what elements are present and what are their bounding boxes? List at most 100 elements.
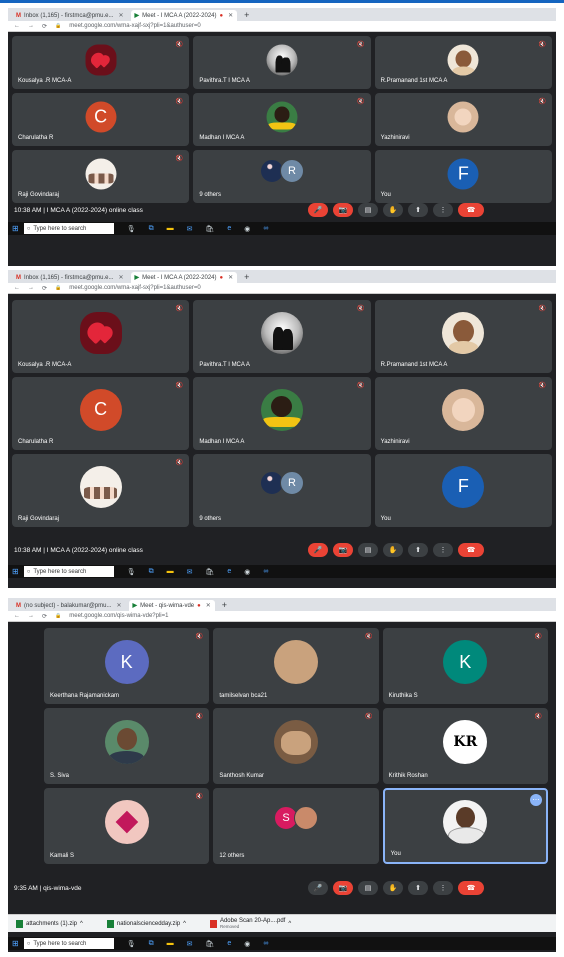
mic-toggle-button[interactable]: 🎤 — [308, 881, 328, 895]
close-tab-icon[interactable]: ✕ — [228, 12, 233, 19]
more-options-button[interactable]: ⋮ — [433, 543, 453, 557]
browser-tab[interactable]: ▶ Meet - I MCA A (2022-2024) ● ✕ — [130, 272, 238, 283]
end-call-button[interactable]: ☎ — [458, 881, 484, 895]
mail-icon[interactable]: ✉ — [187, 940, 193, 948]
browser-tab[interactable]: M Inbox (1,165) - firstmca@pmu.e... ✕ — [12, 10, 128, 21]
chrome-icon[interactable]: ◉ — [244, 225, 250, 233]
participant-tile[interactable]: 🔇 R.Pramanand 1st MCA A — [374, 300, 552, 373]
chevron-up-icon[interactable]: ^ — [183, 921, 186, 927]
microphone-icon[interactable]: 🎙 — [127, 568, 136, 576]
participant-tile[interactable]: 🔇 Yazhiniravi — [374, 377, 552, 450]
participant-tile[interactable]: ⋯ You — [382, 788, 548, 864]
participant-tile[interactable]: 🔇 R.Pramanand 1st MCA A — [374, 36, 552, 89]
participant-tile[interactable]: F You — [374, 454, 552, 527]
reload-icon[interactable]: ⟳ — [42, 23, 47, 30]
task-view-icon[interactable]: ⧉ — [149, 225, 154, 233]
download-item[interactable]: attachments (1).zip ^ — [16, 919, 83, 928]
participant-tile[interactable]: 🔇 Pavithra.T I MCA A — [193, 36, 371, 89]
close-tab-icon[interactable]: ✕ — [206, 602, 211, 609]
taskbar-search-box[interactable]: ○ Type here to search — [23, 566, 114, 577]
back-arrow-icon[interactable]: ← — [14, 23, 20, 29]
windows-start-icon[interactable]: ⊞ — [12, 939, 19, 948]
participant-tile[interactable]: R9 others — [193, 454, 371, 527]
browser-tab[interactable]: M Inbox (1,165) - firstmca@pmu.e... ✕ — [12, 272, 128, 283]
participant-tile[interactable]: 🔇 Kousalya .R MCA-A — [12, 300, 190, 373]
app-icon[interactable]: ∞ — [263, 225, 268, 232]
explorer-icon[interactable]: ▬ — [167, 940, 174, 947]
chevron-up-icon[interactable]: ^ — [80, 921, 83, 927]
close-tab-icon[interactable]: ✕ — [116, 602, 121, 609]
forward-arrow-icon[interactable]: → — [28, 613, 34, 619]
mic-toggle-button[interactable]: 🎤 — [308, 543, 328, 557]
participant-tile[interactable]: R9 others — [193, 150, 371, 203]
participant-tile[interactable]: 🔇 Kamali S — [44, 788, 210, 864]
mail-icon[interactable]: ✉ — [187, 568, 193, 576]
participant-tile[interactable]: C 🔇 Charulatha R — [12, 93, 190, 146]
browser-tab[interactable]: M (no subject) - balakumar@pmu... ✕ — [12, 600, 126, 611]
forward-arrow-icon[interactable]: → — [28, 285, 34, 291]
chevron-up-icon[interactable]: ^ — [288, 921, 291, 927]
download-item[interactable]: nationalsciencedday.zip ^ — [106, 919, 186, 928]
participant-tile[interactable]: 🔇 S. Siva — [44, 708, 210, 784]
participant-tile[interactable]: F You — [374, 150, 552, 203]
participant-tile[interactable]: 🔇 Raji Govindaraj — [12, 454, 190, 527]
explorer-icon[interactable]: ▬ — [167, 568, 174, 575]
more-options-icon[interactable]: ⋯ — [529, 794, 542, 806]
close-tab-icon[interactable]: ✕ — [228, 274, 233, 281]
reload-icon[interactable]: ⟳ — [42, 285, 47, 292]
participant-tile[interactable]: 🔇 Pavithra.T I MCA A — [193, 300, 371, 373]
camera-toggle-button[interactable]: 📷 — [333, 543, 353, 557]
present-screen-button[interactable]: ⬆ — [408, 543, 428, 557]
raise-hand-button[interactable]: ✋ — [383, 543, 403, 557]
task-view-icon[interactable]: ⧉ — [149, 568, 154, 576]
microphone-icon[interactable]: 🎙 — [127, 225, 136, 233]
explorer-icon[interactable]: ▬ — [167, 225, 174, 232]
new-tab-button[interactable]: + — [240, 10, 253, 21]
close-tab-icon[interactable]: ✕ — [118, 274, 123, 281]
participant-tile[interactable]: S 12 others — [213, 788, 379, 864]
reload-icon[interactable]: ⟳ — [42, 613, 47, 620]
edge-icon[interactable]: e — [227, 568, 231, 575]
new-tab-button[interactable]: + — [218, 600, 231, 611]
present-screen-button[interactable]: ⬆ — [408, 203, 428, 217]
download-item[interactable]: Adobe Scan 20-Ap....pdf Removed ^ — [209, 918, 291, 929]
browser-tab[interactable]: ▶ Meet - qis-wima-vde ● ✕ — [128, 600, 215, 611]
new-tab-button[interactable]: + — [240, 272, 253, 283]
participant-tile[interactable]: 🔇 Santhosh Kumar — [213, 708, 379, 784]
participant-tile[interactable]: 🔇 Madhan I MCA A — [193, 377, 371, 450]
participant-tile[interactable]: C 🔇 Charulatha R — [12, 377, 190, 450]
captions-button[interactable]: ▤ — [358, 881, 378, 895]
store-icon[interactable]: 🛍 — [205, 568, 214, 576]
participant-tile[interactable]: 🔇 Raji Govindaraj — [12, 150, 190, 203]
app-icon[interactable]: ∞ — [263, 568, 268, 575]
participant-tile[interactable]: 🔇 tamilselvan bca21 — [213, 628, 379, 704]
task-view-icon[interactable]: ⧉ — [149, 940, 154, 948]
participant-tile[interactable]: KR 🔇 Krithik Roshan — [382, 708, 548, 784]
present-screen-button[interactable]: ⬆ — [408, 881, 428, 895]
store-icon[interactable]: 🛍 — [205, 940, 214, 948]
mail-icon[interactable]: ✉ — [187, 225, 193, 233]
forward-arrow-icon[interactable]: → — [28, 23, 34, 29]
url-text[interactable]: meet.google.com/wma-xajf-sxj?pli=1&authu… — [69, 23, 200, 29]
taskbar-search-box[interactable]: ○ Type here to search — [23, 223, 114, 234]
windows-start-icon[interactable]: ⊞ — [12, 567, 19, 576]
close-tab-icon[interactable]: ✕ — [118, 12, 123, 19]
captions-button[interactable]: ▤ — [358, 203, 378, 217]
participant-tile[interactable]: 🔇 Kousalya .R MCA-A — [12, 36, 190, 89]
back-arrow-icon[interactable]: ← — [14, 613, 20, 619]
raise-hand-button[interactable]: ✋ — [383, 203, 403, 217]
more-options-button[interactable]: ⋮ — [433, 203, 453, 217]
url-text[interactable]: meet.google.com/wma-xajf-sxj?pli=1&authu… — [69, 285, 200, 291]
windows-start-icon[interactable]: ⊞ — [12, 224, 19, 233]
chrome-icon[interactable]: ◉ — [244, 940, 250, 948]
edge-icon[interactable]: e — [227, 225, 231, 232]
microphone-icon[interactable]: 🎙 — [127, 940, 136, 948]
url-text[interactable]: meet.google.com/qis-wima-vde?pli=1 — [69, 613, 168, 619]
participant-tile[interactable]: 🔇 Madhan I MCA A — [193, 93, 371, 146]
end-call-button[interactable]: ☎ — [458, 203, 484, 217]
camera-toggle-button[interactable]: 📷 — [333, 203, 353, 217]
browser-tab[interactable]: ▶ Meet - I MCA A (2022-2024) ● ✕ — [130, 10, 238, 21]
participant-tile[interactable]: 🔇 Yazhiniravi — [374, 93, 552, 146]
mic-toggle-button[interactable]: 🎤 — [308, 203, 328, 217]
edge-icon[interactable]: e — [227, 940, 231, 947]
